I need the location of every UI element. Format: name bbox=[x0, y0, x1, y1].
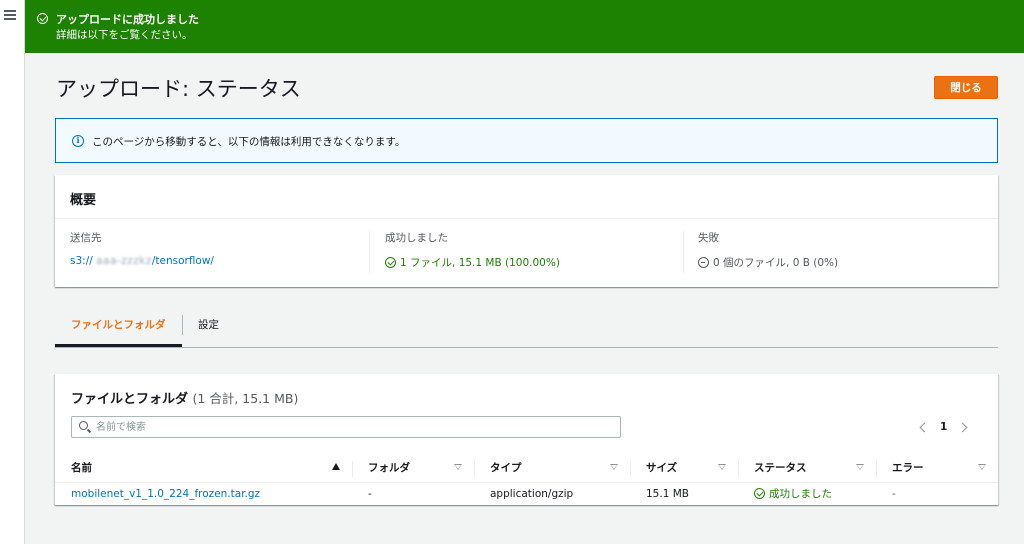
info-icon: i bbox=[72, 135, 84, 147]
column-header-status[interactable]: ステータス bbox=[738, 454, 876, 483]
failed-icon bbox=[698, 257, 709, 268]
column-divider bbox=[683, 231, 684, 273]
column-header-size[interactable]: サイズ bbox=[630, 454, 738, 483]
success-icon bbox=[385, 257, 396, 268]
sort-icon[interactable] bbox=[454, 464, 462, 470]
sort-ascending-icon[interactable] bbox=[332, 463, 340, 470]
destination-label: 送信先 bbox=[70, 232, 102, 244]
column-divider bbox=[369, 231, 370, 273]
file-name-link[interactable]: mobilenet_v1_1.0_224_frozen.tar.gz bbox=[71, 488, 260, 500]
file-folder: - bbox=[368, 487, 372, 500]
tab-settings[interactable]: 設定 bbox=[198, 306, 219, 347]
table-row: mobilenet_v1_1.0_224_frozen.tar.gz - app… bbox=[55, 482, 998, 505]
chevron-right-icon[interactable] bbox=[957, 422, 968, 432]
tab-separator bbox=[182, 315, 183, 335]
destination-link[interactable]: s3:// aaa-zzzkz/tensorflow/ bbox=[70, 255, 214, 267]
succeeded-label: 成功しました bbox=[385, 232, 448, 244]
success-icon bbox=[37, 13, 48, 24]
flash-title: アップロードに成功しました bbox=[56, 13, 199, 26]
success-icon bbox=[754, 488, 765, 500]
column-header-folder[interactable]: フォルダ bbox=[352, 454, 474, 483]
table-header-row: 名前 フォルダ タイプ サイズ ステータス エラー bbox=[55, 454, 998, 483]
destination-bucket-redacted: aaa-zzzkz bbox=[96, 255, 152, 267]
failed-value: 0 個のファイル, 0 B (0%) bbox=[713, 257, 839, 269]
main-content: アップロードに成功しました 詳細は以下をご覧ください。 アップロード: ステータ… bbox=[25, 0, 1024, 544]
success-flashbar: アップロードに成功しました 詳細は以下をご覧ください。 bbox=[25, 0, 1024, 53]
files-title-text: ファイルとフォルダ bbox=[71, 392, 189, 407]
succeeded-value: 1 ファイル, 15.1 MB (100.00%) bbox=[400, 257, 560, 269]
destination-suffix[interactable]: /tensorflow/ bbox=[152, 255, 214, 267]
chevron-left-icon[interactable] bbox=[919, 422, 930, 432]
failed-column: 失敗 0 個のファイル, 0 B (0%) bbox=[698, 230, 838, 270]
summary-panel: 概要 送信先 s3:// aaa-zzzkz/tensorflow/ 成功しまし… bbox=[55, 175, 998, 287]
tab-files-and-folders[interactable]: ファイルとフォルダ bbox=[55, 306, 182, 347]
sort-icon[interactable] bbox=[978, 464, 986, 470]
column-header-name[interactable]: 名前 bbox=[55, 454, 352, 483]
summary-title: 概要 bbox=[70, 193, 97, 208]
column-header-type[interactable]: タイプ bbox=[474, 454, 630, 483]
destination-column: 送信先 s3:// aaa-zzzkz/tensorflow/ bbox=[70, 230, 214, 267]
summary-header: 概要 bbox=[55, 175, 998, 219]
menu-icon[interactable] bbox=[4, 10, 16, 20]
left-navigation bbox=[0, 0, 25, 544]
file-type: application/gzip bbox=[490, 487, 574, 500]
flash-description: 詳細は以下をご覧ください。 bbox=[56, 29, 193, 41]
sort-icon[interactable] bbox=[856, 464, 864, 470]
files-table: 名前 フォルダ タイプ サイズ ステータス エラー mobilenet_v1_1… bbox=[55, 454, 998, 505]
destination-prefix[interactable]: s3:// bbox=[70, 255, 93, 267]
sort-icon[interactable] bbox=[610, 464, 618, 470]
files-count: (1 合計, 15.1 MB) bbox=[192, 391, 299, 406]
files-title: ファイルとフォルダ (1 合計, 15.1 MB) bbox=[71, 388, 298, 407]
page-title: アップロード: ステータス bbox=[56, 77, 301, 101]
file-status: 成功しました bbox=[769, 488, 832, 501]
search-icon bbox=[79, 421, 88, 430]
search-box[interactable] bbox=[71, 416, 621, 438]
close-button[interactable]: 閉じる bbox=[934, 76, 998, 99]
page-number[interactable]: 1 bbox=[940, 421, 947, 433]
info-alert: i このページから移動すると、以下の情報は利用できなくなります。 bbox=[55, 118, 998, 163]
search-input[interactable] bbox=[96, 419, 611, 435]
file-size: 15.1 MB bbox=[646, 487, 689, 500]
files-panel: ファイルとフォルダ (1 合計, 15.1 MB) 1 名前 フォルダ タイプ … bbox=[55, 374, 998, 505]
succeeded-column: 成功しました 1 ファイル, 15.1 MB (100.00%) bbox=[385, 230, 560, 270]
file-error: - bbox=[892, 487, 896, 500]
info-text: このページから移動すると、以下の情報は利用できなくなります。 bbox=[92, 136, 406, 148]
sort-icon[interactable] bbox=[718, 464, 726, 470]
column-header-error[interactable]: エラー bbox=[876, 454, 998, 483]
failed-label: 失敗 bbox=[698, 232, 719, 244]
tab-bar: ファイルとフォルダ 設定 bbox=[55, 306, 998, 348]
pagination: 1 bbox=[919, 416, 968, 438]
